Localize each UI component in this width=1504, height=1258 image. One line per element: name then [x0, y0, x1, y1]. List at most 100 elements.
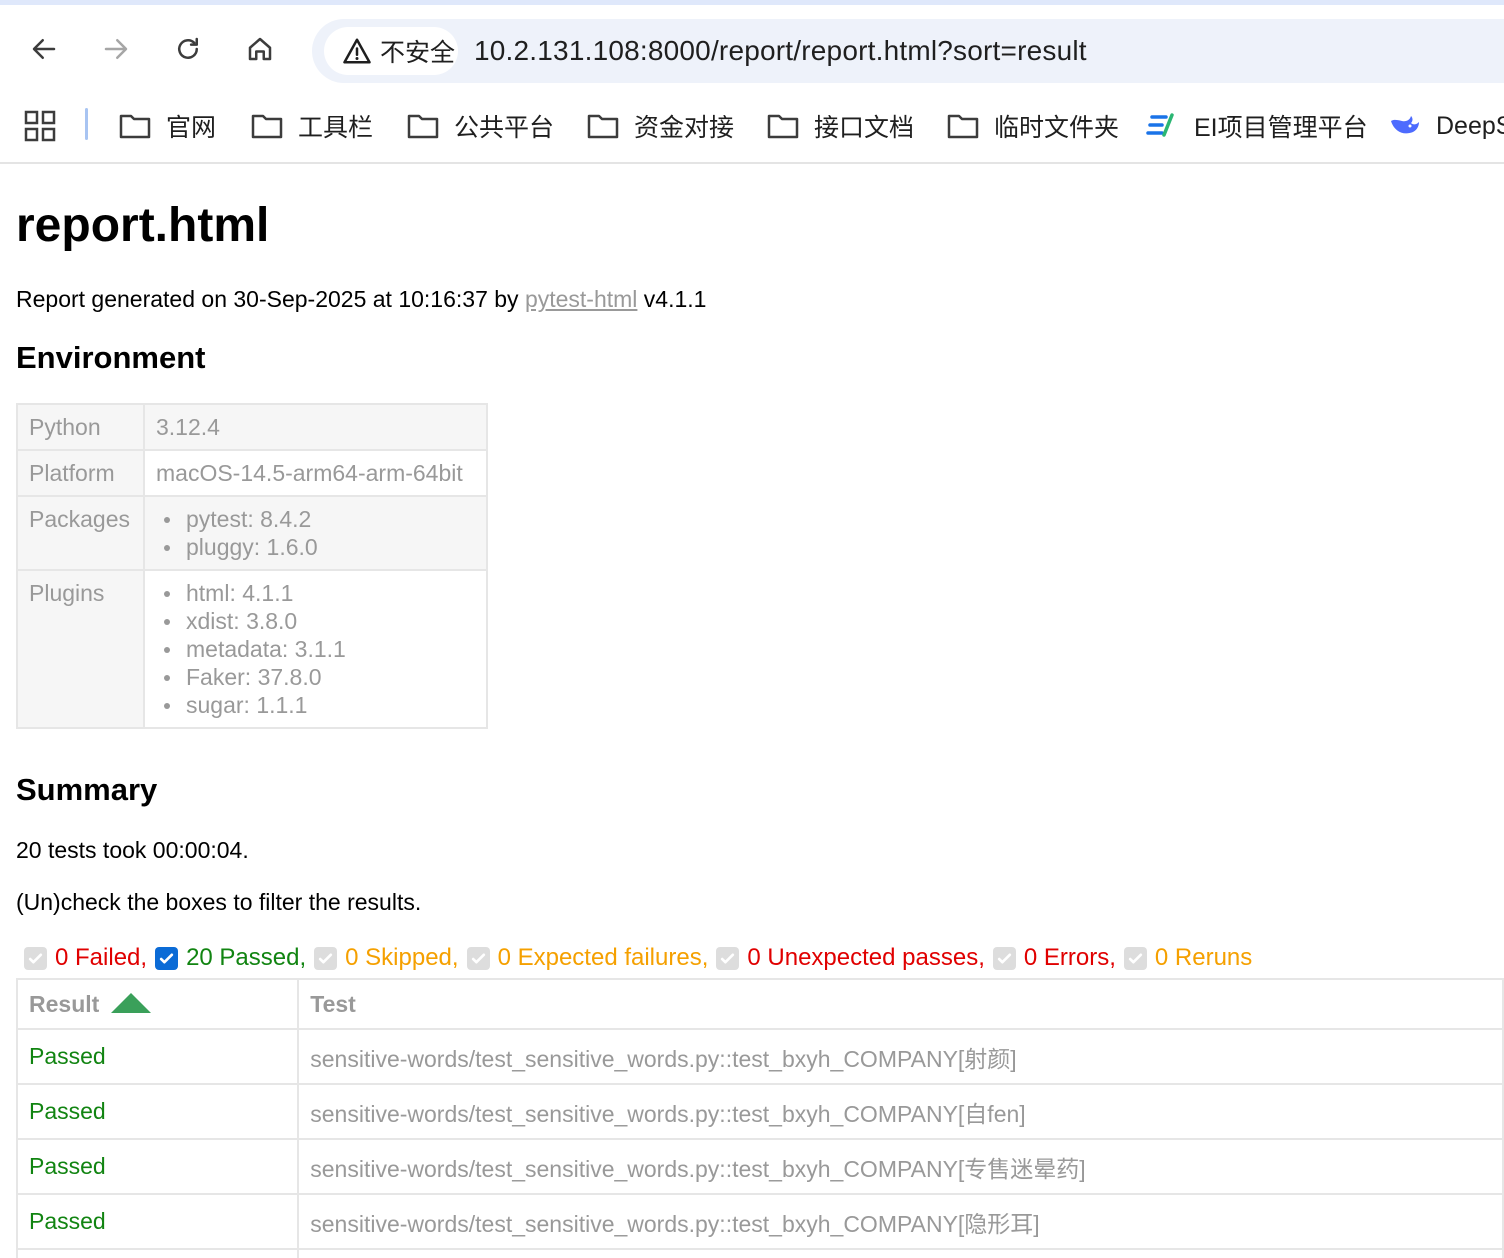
- filter-passed[interactable]: 20 Passed,: [155, 944, 306, 972]
- warning-icon: [343, 38, 371, 64]
- list-item: metadata: 3.1.1: [164, 635, 475, 663]
- filter-checkbox[interactable]: [314, 946, 338, 970]
- bookmark-folder[interactable]: 公共平台: [406, 108, 554, 144]
- env-value: 3.12.4: [143, 403, 488, 451]
- filter-checkbox[interactable]: [1123, 946, 1147, 970]
- filter-label: 20 Passed,: [186, 944, 307, 971]
- bookmark-label: 资金对接: [634, 114, 735, 142]
- bookmark-label: 临时文件夹: [994, 114, 1120, 142]
- column-header-test[interactable]: Test: [297, 978, 1504, 1030]
- env-value: pytest: 8.4.2 pluggy: 1.6.0: [143, 495, 488, 571]
- filter-label: 0 Errors,: [1023, 944, 1116, 971]
- filter-label: 0 Failed,: [55, 944, 148, 971]
- bookmark-folder[interactable]: 工具栏: [250, 108, 373, 144]
- home-icon: [248, 37, 272, 61]
- results-table: Result Test Passed sensitive-words/test_…: [15, 978, 1504, 1258]
- bookmark-label: 公共平台: [454, 114, 555, 142]
- test-cell: sensitive-words/test_sensitive_words.py:…: [297, 1193, 1504, 1250]
- sort-ascending-icon: [111, 992, 152, 1013]
- address-bar[interactable]: 不安全 10.2.131.108:8000/report/report.html…: [312, 19, 1504, 83]
- table-row[interactable]: Passed sensitive-words/test_sensitive_wo…: [15, 1028, 1504, 1085]
- summary-heading: Summary: [16, 772, 158, 807]
- check-icon: [319, 952, 333, 964]
- column-header-result[interactable]: Result: [15, 978, 300, 1030]
- test-cell: sensitive-words/test_sensitive_words.py:…: [297, 1138, 1504, 1195]
- plugins-list: html: 4.1.1 xdist: 3.8.0 metadata: 3.1.1…: [156, 579, 475, 719]
- bookmark-folder[interactable]: 临时文件夹: [946, 108, 1119, 144]
- whale-icon: [1391, 116, 1419, 134]
- bookmark-label: 官网: [166, 114, 217, 142]
- env-key: Python: [16, 403, 145, 451]
- bookmark-label: 接口文档: [814, 114, 915, 142]
- arrow-left-icon: [32, 39, 56, 59]
- table-row[interactable]: Passed sensitive-words/test_sensitive_wo…: [15, 1193, 1504, 1250]
- bookmark-ei[interactable]: EI项目管理平台: [1146, 108, 1368, 144]
- column-header-label: Result: [29, 990, 100, 1017]
- result-filters: 0 Failed, 20 Passed, 0 Skipped, 0 Expect…: [24, 944, 1260, 972]
- filter-checkbox[interactable]: [24, 946, 47, 970]
- folder-icon: [587, 114, 619, 139]
- bookmark-label: EI项目管理平台: [1194, 114, 1368, 142]
- filter-checkbox[interactable]: [466, 946, 490, 970]
- check-icon: [997, 952, 1011, 964]
- ei-logo-icon: [1146, 113, 1174, 137]
- list-item: Faker: 37.8.0: [164, 663, 475, 691]
- list-item: xdist: 3.8.0: [164, 607, 475, 635]
- filter-expected-failures[interactable]: 0 Expected failures,: [466, 944, 709, 972]
- url-text[interactable]: 10.2.131.108:8000/report/report.html?sor…: [474, 35, 1087, 67]
- filter-checkbox[interactable]: [716, 946, 740, 970]
- filter-label: 0 Skipped,: [345, 944, 459, 971]
- result-cell: Passed: [15, 1083, 300, 1140]
- check-icon: [1128, 952, 1143, 964]
- column-header-label: Test: [310, 990, 356, 1017]
- check-icon: [721, 952, 735, 964]
- check-icon: [471, 952, 485, 964]
- home-button[interactable]: [238, 27, 282, 71]
- security-chip[interactable]: 不安全: [324, 27, 458, 75]
- security-label: 不安全: [380, 39, 456, 67]
- bookmark-folder[interactable]: 资金对接: [586, 108, 734, 144]
- back-button[interactable]: [22, 27, 66, 71]
- apps-grid-icon[interactable]: [24, 110, 56, 142]
- page-title: report.html: [16, 199, 270, 252]
- env-row-python: Python 3.12.4: [16, 403, 488, 451]
- filter-reruns[interactable]: 0 Reruns: [1123, 944, 1252, 972]
- list-item: html: 4.1.1: [164, 579, 475, 607]
- filter-label: 0 Expected failures,: [497, 944, 709, 971]
- filter-skipped[interactable]: 0 Skipped,: [314, 944, 459, 972]
- browser-toolbar: 不安全 10.2.131.108:8000/report/report.html…: [0, 5, 1504, 90]
- folder-icon: [119, 114, 151, 139]
- bookmark-deepseek[interactable]: DeepS: [1388, 108, 1504, 144]
- result-cell: [15, 1248, 300, 1258]
- table-row[interactable]: Passed sensitive-words/test_sensitive_wo…: [15, 1138, 1504, 1195]
- generated-suffix: v4.1.1: [637, 286, 707, 312]
- bookmark-label: 工具栏: [298, 114, 374, 142]
- env-key: Plugins: [16, 569, 145, 729]
- bookmark-label: DeepS: [1436, 111, 1504, 140]
- forward-button[interactable]: [94, 27, 138, 71]
- filter-unexpected-passes[interactable]: 0 Unexpected passes,: [716, 944, 985, 972]
- test-cell: sensitive-words/test_sensitive_words.py:…: [297, 1028, 1504, 1085]
- result-cell: Passed: [15, 1193, 300, 1250]
- bookmark-folder[interactable]: 接口文档: [766, 108, 914, 144]
- packages-list: pytest: 8.4.2 pluggy: 1.6.0: [156, 505, 475, 561]
- folder-icon: [947, 114, 979, 139]
- summary-line: 20 tests took 00:00:04.: [16, 837, 249, 863]
- filter-errors[interactable]: 0 Errors,: [992, 944, 1116, 972]
- reload-button[interactable]: [166, 27, 210, 71]
- env-value: macOS-14.5-arm64-arm-64bit: [143, 449, 488, 497]
- pytest-html-link[interactable]: pytest-html: [525, 286, 637, 312]
- generated-line: Report generated on 30-Sep-2025 at 10:16…: [16, 286, 706, 313]
- check-icon: [28, 952, 43, 964]
- table-row[interactable]: Passed sensitive-words/test_sensitive_wo…: [15, 1083, 1504, 1140]
- results-header-row: Result Test: [15, 978, 1504, 1030]
- generated-prefix: Report generated on 30-Sep-2025 at 10:16…: [16, 286, 525, 312]
- bookmarks-bar: 官网 工具栏 公共平台 资金对接 接口文档 临时文件夹 EI项目管理平台 Dee…: [0, 90, 1504, 164]
- list-item: pytest: 8.4.2: [164, 505, 475, 533]
- env-row-plugins: Plugins html: 4.1.1 xdist: 3.8.0 metadat…: [16, 569, 488, 729]
- filter-failed[interactable]: 0 Failed,: [24, 944, 147, 972]
- filter-checkbox[interactable]: [155, 946, 179, 970]
- bookmark-folder[interactable]: 官网: [118, 108, 216, 144]
- filter-checkbox[interactable]: [992, 946, 1016, 970]
- table-row[interactable]: [15, 1248, 1504, 1258]
